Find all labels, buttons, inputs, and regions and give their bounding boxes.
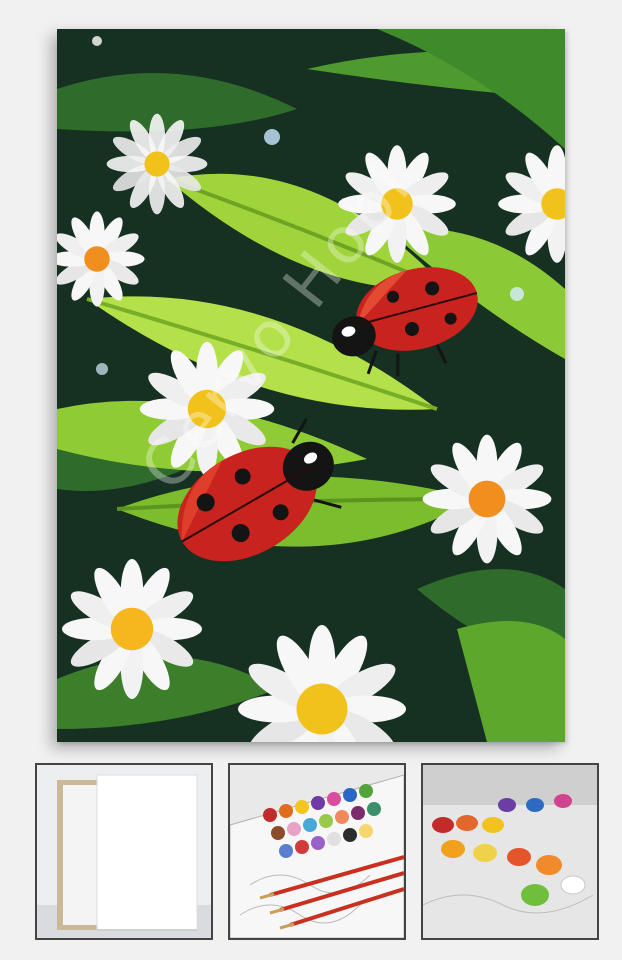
thumbnail-paint-pots-brushes[interactable] <box>228 763 406 940</box>
paint-pots-brushes-photo <box>230 765 404 938</box>
main-product-image[interactable]: Cervo Hobi <box>57 29 565 742</box>
open-paint-pots-photo <box>423 765 597 938</box>
ladybug-painting <box>57 29 565 742</box>
thumbnail-open-paint-pots[interactable] <box>421 763 599 940</box>
blank-canvas-photo <box>37 765 211 938</box>
thumbnail-blank-canvas[interactable] <box>35 763 213 940</box>
